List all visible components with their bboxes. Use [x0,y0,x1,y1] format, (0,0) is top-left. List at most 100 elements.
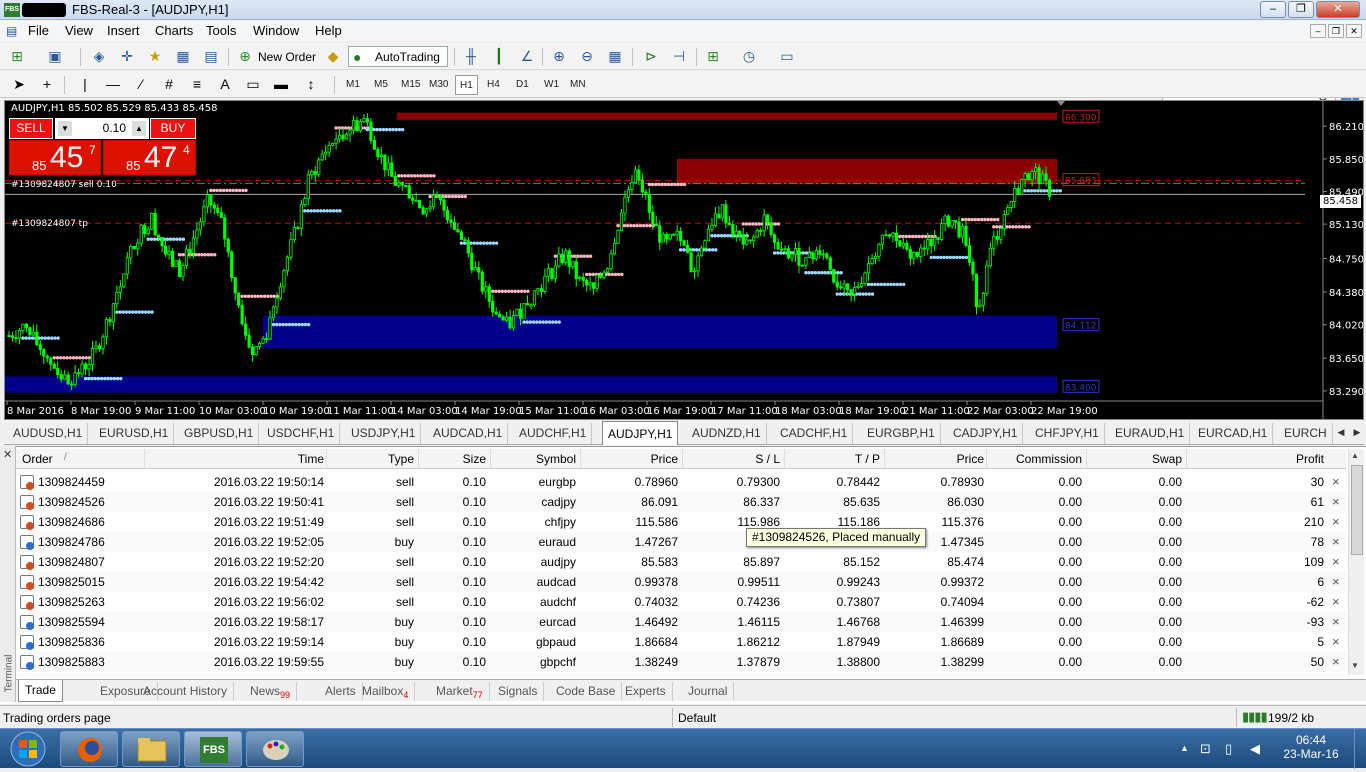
close-order-icon[interactable]: × [1332,514,1340,529]
column-divider[interactable] [144,449,145,469]
column-header-commission[interactable]: Commission [992,452,1082,466]
column-header-sl[interactable]: S / L [688,452,780,466]
timeframe-w1[interactable]: W1 [540,75,563,95]
timeframe-mn[interactable]: MN [566,75,590,95]
close-order-icon[interactable]: × [1332,494,1340,509]
taskbar-explorer[interactable] [122,731,180,767]
order-row[interactable]: 1309824686 2016.03.22 19:51:49 sell 0.10 chf… [16,512,1346,532]
scroll-up-icon[interactable]: ▲ [1351,451,1359,460]
column-divider[interactable] [1086,449,1087,469]
taskbar-fbs[interactable]: FBS [184,731,242,767]
close-order-icon[interactable]: × [1332,654,1340,669]
indicators-icon[interactable]: ⊞ [702,46,724,66]
chart-tab-audchf-h1[interactable]: AUDCHF,H1 [514,423,593,444]
close-order-icon[interactable]: × [1332,534,1340,549]
market-watch-icon[interactable]: ◈ [88,46,110,66]
terminal-tab-account-history[interactable]: Account History [137,682,235,701]
chart-tab-cadchf-h1[interactable]: CADCHF,H1 [775,423,854,444]
timeframe-m30[interactable]: M30 [425,75,452,95]
zoom-out-icon[interactable]: ⊖ [576,46,598,66]
menu-tools[interactable]: Tools [206,23,236,38]
menu-file[interactable]: File [28,23,49,38]
connection-icon[interactable]: ▮▮▮▮ [1242,709,1268,725]
column-divider[interactable] [682,449,683,469]
menu-help[interactable]: Help [315,23,342,38]
menu-insert[interactable]: Insert [107,23,140,38]
close-order-icon[interactable]: × [1332,554,1340,569]
navigator-icon[interactable]: ✛ [116,46,138,66]
close-order-icon[interactable]: × [1332,474,1340,489]
chart-tab-audusd-h1[interactable]: AUDUSD,H1 [8,423,89,444]
order-row[interactable]: 1309825883 2016.03.22 19:59:55 buy 0.10 gbpc… [16,652,1346,672]
price-chart[interactable]: 86.210 85.850 85.490 85.130 84.750 84.380 84.0… [4,100,1364,420]
mdi-minimize-button[interactable]: – [1310,24,1326,38]
terminal-tab-signals[interactable]: Signals [492,682,545,701]
clock[interactable]: 06:44 23-Mar-16 [1283,733,1339,761]
chart-shift-icon[interactable]: ⊣ [668,46,690,66]
chart-tab-audjpy-h1[interactable]: AUDJPY,H1 [602,421,679,445]
menu-window[interactable]: Window [253,23,299,38]
scroll-thumb[interactable] [1351,465,1363,555]
tab-scroll-left-icon[interactable]: ◀ [1334,425,1348,440]
start-button[interactable] [4,729,52,769]
order-row[interactable]: 1309824459 2016.03.22 19:50:14 sell 0.10 eur… [16,472,1346,492]
lot-size-input[interactable]: ▼ 0.10 ▲ [55,118,149,139]
metaeditor-icon[interactable]: ◆ [322,46,344,66]
profiles-icon[interactable]: ▣ [44,46,66,66]
timeframe-d1[interactable]: D1 [512,75,533,95]
maximize-button[interactable]: ❐ [1288,1,1314,18]
close-order-icon[interactable]: × [1332,614,1340,629]
menu-view[interactable]: View [65,23,93,38]
one-click-sell-button[interactable]: SELL [9,118,53,139]
order-row[interactable]: 1309825015 2016.03.22 19:54:42 sell 0.10 aud… [16,572,1346,592]
chart-tab-usdchf-h1[interactable]: USDCHF,H1 [262,423,341,444]
order-row[interactable]: 1309825594 2016.03.22 19:58:17 buy 0.10 eurc… [16,612,1346,632]
document-icon[interactable]: ▤ [6,24,17,38]
column-header-type[interactable]: Type [332,452,414,466]
terminal-tab-trade[interactable]: Trade [18,680,63,702]
column-header-current-price[interactable]: Price [890,452,984,466]
column-divider[interactable] [986,449,987,469]
column-header-size[interactable]: Size [422,452,486,466]
column-divider[interactable] [580,449,581,469]
mdi-close-button[interactable]: ✕ [1346,24,1362,38]
order-row[interactable]: 1309824786 2016.03.22 19:52:05 buy 0.10 eura… [16,532,1346,552]
orders-scrollbar[interactable]: ▲ ▼ [1348,449,1364,675]
chart-tab-cadjpy-h1[interactable]: CADJPY,H1 [948,423,1024,444]
chart-tab-gbpusd-h1[interactable]: GBPUSD,H1 [179,423,260,444]
column-header-tp[interactable]: T / P [790,452,880,466]
app-icon[interactable]: FBS [4,3,20,17]
chart-tab-usdjpy-h1[interactable]: USDJPY,H1 [346,423,422,444]
timeframe-h1[interactable]: H1 [455,75,478,95]
strategy-tester-icon[interactable]: ▤ [200,46,222,66]
column-header-price[interactable]: Price [586,452,678,466]
lot-increase-icon[interactable]: ▲ [132,121,146,136]
fibonacci-icon[interactable]: ≡ [186,74,208,94]
column-divider[interactable] [784,449,785,469]
column-header-order[interactable]: Order [22,452,53,466]
zoom-in-icon[interactable]: ⊕ [548,46,570,66]
column-header-profit[interactable]: Profit [1192,452,1324,466]
timeframe-m1[interactable]: M1 [342,75,364,95]
chart-tab-eurch[interactable]: EURCH [1279,423,1333,444]
line-chart-icon[interactable]: ∠ [516,46,538,66]
chart-tab-audnzd-h1[interactable]: AUDNZD,H1 [687,423,767,444]
tab-scroll-right-icon[interactable]: ▶ [1350,425,1364,440]
horizontal-line-icon[interactable]: — [102,74,124,94]
bar-chart-icon[interactable]: ╫ [460,46,482,66]
text-label-icon[interactable]: ▭ [242,74,264,94]
close-button[interactable]: ✕ [1316,1,1360,18]
text-tool[interactable]: A [214,74,236,94]
show-desktop-button[interactable] [1354,729,1366,769]
column-header-time[interactable]: Time [186,452,324,466]
terminal-close-icon[interactable]: ✕ [3,448,12,461]
mdi-restore-button[interactable]: ❐ [1328,24,1344,38]
chart-tab-eurgbp-h1[interactable]: EURGBP,H1 [862,423,941,444]
cursor-icon[interactable]: ➤ [8,74,30,94]
close-order-icon[interactable]: × [1332,574,1340,589]
shapes-icon[interactable]: ↕ [300,74,322,94]
menu-charts[interactable]: Charts [155,23,193,38]
tray-network-icon[interactable]: ⊡ [1200,741,1211,757]
order-row[interactable]: 1309825263 2016.03.22 19:56:02 sell 0.10 aud… [16,592,1346,612]
minimize-button[interactable]: – [1260,1,1286,18]
